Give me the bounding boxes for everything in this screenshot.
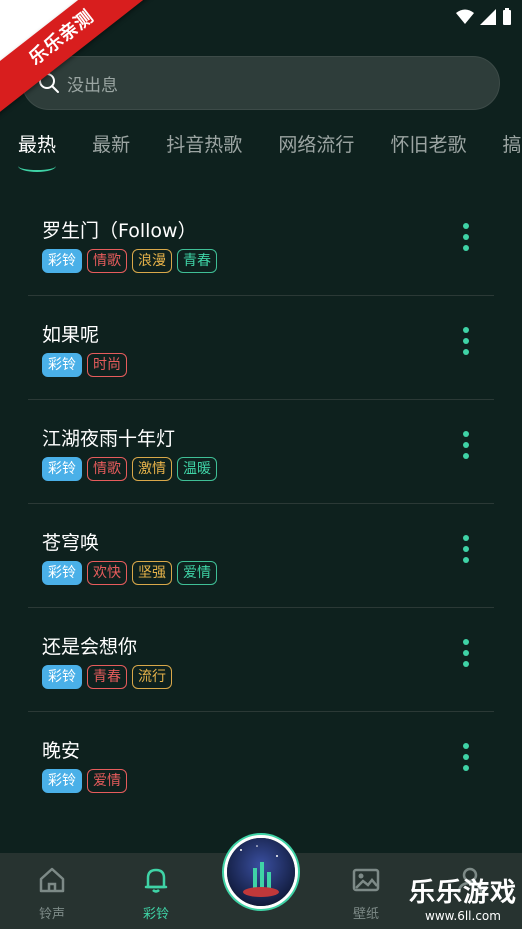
tag: 情歌 <box>87 457 127 481</box>
tag: 欢快 <box>87 561 127 585</box>
tab-label: 网络流行 <box>278 134 355 156</box>
image-icon <box>352 868 380 892</box>
tag: 激情 <box>132 457 172 481</box>
tag: 温暖 <box>177 457 217 481</box>
tab-label: 抖音热歌 <box>166 134 243 156</box>
tag-row: 彩铃 情歌 浪漫 青春 <box>42 249 217 273</box>
song-row[interactable]: 江湖夜雨十年灯 彩铃 情歌 激情 温暖 <box>28 400 494 504</box>
nav-label: 彩铃 <box>142 907 169 922</box>
tab-douyin-hits[interactable]: 抖音热歌 <box>166 130 242 180</box>
nav-label: 壁纸 <box>352 907 379 922</box>
tag-row: 彩铃 爱情 <box>42 769 127 793</box>
battery-icon <box>503 8 511 25</box>
tag: 爱情 <box>177 561 217 585</box>
more-vertical-icon[interactable] <box>462 222 470 252</box>
song-title: 苍穹唤 <box>42 532 100 554</box>
tag: 爱情 <box>87 769 127 793</box>
tab-label: 最热 <box>18 134 57 156</box>
song-row[interactable]: 苍穹唤 彩铃 欢快 坚强 爱情 <box>28 504 494 608</box>
nav-item-color-ringtones[interactable]: 彩铃 <box>116 865 196 922</box>
tab-indicator <box>18 160 56 172</box>
nav-label: 铃声 <box>38 907 65 922</box>
more-vertical-icon[interactable] <box>462 326 470 356</box>
home-icon <box>39 867 65 893</box>
tag-row: 彩铃 欢快 坚强 爱情 <box>42 561 217 585</box>
tab-hot[interactable]: 最热 <box>18 130 56 180</box>
signal-icon <box>480 9 496 25</box>
tab-label: 搞笑 <box>502 134 522 156</box>
tag-ringtone: 彩铃 <box>42 769 82 793</box>
song-row[interactable]: 还是会想你 彩铃 青春 流行 <box>28 608 494 712</box>
nav-item-ringtones[interactable]: 铃声 <box>12 865 92 922</box>
song-title: 还是会想你 <box>42 636 138 658</box>
tag-ringtone: 彩铃 <box>42 665 82 689</box>
tag-row: 彩铃 时尚 <box>42 353 127 377</box>
tag-ringtone: 彩铃 <box>42 249 82 273</box>
song-row[interactable]: 如果呢 彩铃 时尚 <box>28 296 494 400</box>
tab-internet-popular[interactable]: 网络流行 <box>278 130 354 180</box>
tab-new[interactable]: 最新 <box>92 130 130 180</box>
tag: 时尚 <box>87 353 127 377</box>
tag: 青春 <box>177 249 217 273</box>
song-title: 罗生门（Follow） <box>42 220 197 242</box>
category-tabs: 最热 最新 抖音热歌 网络流行 怀旧老歌 搞笑 <box>18 130 522 180</box>
tag-ringtone: 彩铃 <box>42 457 82 481</box>
more-vertical-icon[interactable] <box>462 534 470 564</box>
tab-label: 最新 <box>92 134 131 156</box>
album-art-icon <box>227 838 295 906</box>
tab-oldies[interactable]: 怀旧老歌 <box>390 130 466 180</box>
tab-label: 怀旧老歌 <box>390 134 467 156</box>
watermark-main: 乐乐游戏 <box>408 878 517 908</box>
tag: 情歌 <box>87 249 127 273</box>
watermark-sub: www.6ll.com <box>425 909 501 923</box>
tag: 流行 <box>132 665 172 689</box>
song-list: 罗生门（Follow） 彩铃 情歌 浪漫 青春 如果呢 彩铃 时尚 江湖夜雨十年… <box>0 192 522 816</box>
tag: 坚强 <box>132 561 172 585</box>
tag: 青春 <box>87 665 127 689</box>
tag-ringtone: 彩铃 <box>42 561 82 585</box>
song-title: 晚安 <box>42 740 81 762</box>
tab-funny[interactable]: 搞笑 <box>503 130 522 180</box>
tag-ringtone: 彩铃 <box>42 353 82 377</box>
more-vertical-icon[interactable] <box>462 638 470 668</box>
wifi-icon <box>456 9 474 24</box>
more-vertical-icon[interactable] <box>462 742 470 772</box>
watermark: 乐乐游戏 www.6ll.com <box>408 872 518 923</box>
song-row[interactable]: 晚安 彩铃 爱情 <box>28 712 494 816</box>
more-vertical-icon[interactable] <box>462 430 470 460</box>
tag-row: 彩铃 青春 流行 <box>42 665 172 689</box>
now-playing-disc[interactable] <box>224 835 298 909</box>
song-title: 江湖夜雨十年灯 <box>42 428 176 450</box>
tag-row: 彩铃 情歌 激情 温暖 <box>42 457 217 481</box>
tag: 浪漫 <box>132 249 172 273</box>
bell-icon <box>144 868 168 893</box>
nav-item-wallpapers[interactable]: 壁纸 <box>326 865 406 922</box>
song-row[interactable]: 罗生门（Follow） 彩铃 情歌 浪漫 青春 <box>28 192 494 296</box>
song-title: 如果呢 <box>42 324 100 346</box>
